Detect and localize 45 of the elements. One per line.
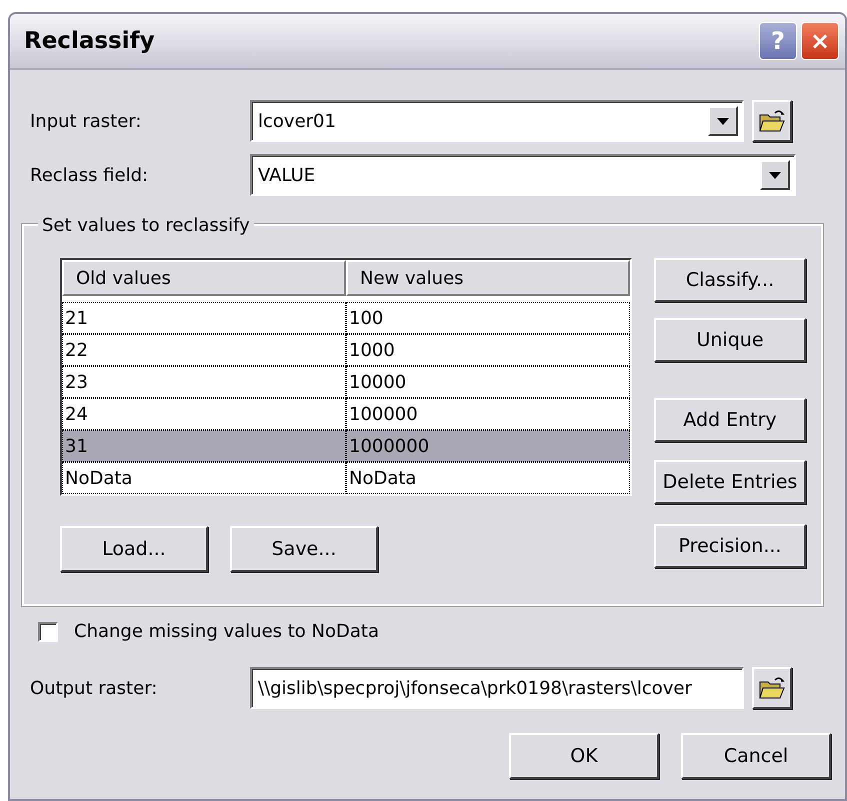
cell-text: NoData — [65, 466, 132, 490]
cell-text: 21 — [65, 306, 88, 330]
dialog-button[interactable]: Load... — [60, 526, 208, 572]
cancel-button[interactable]: Cancel — [681, 733, 831, 779]
field-value: lcover01 — [258, 110, 336, 134]
dialog-button[interactable]: Classify... — [654, 258, 806, 302]
dialog-button[interactable]: Unique — [654, 318, 806, 362]
table-row[interactable]: 31 1000000 — [62, 430, 630, 462]
column-header[interactable]: New values — [346, 260, 630, 296]
cell-text: 1000000 — [349, 434, 430, 458]
input-raster-label: Input raster: — [29, 110, 142, 134]
cell-text: NoData — [349, 466, 416, 490]
reclass-field-field[interactable]: VALUE — [250, 154, 796, 196]
dropdown-button[interactable] — [760, 160, 790, 190]
caret-icon — [769, 172, 781, 178]
dialog-button[interactable]: Save... — [230, 526, 378, 572]
cell-text: 10000 — [349, 370, 406, 394]
output-raster-field[interactable]: \\gislib\specproj\jfonseca\prk0198\rasters\lcover — [250, 667, 744, 709]
dialog-button[interactable]: Add Entry — [654, 398, 806, 442]
folder-icon — [758, 676, 786, 700]
cell-text: 24 — [65, 402, 88, 426]
browse-button[interactable] — [752, 667, 792, 709]
cell-text: 100 — [349, 306, 384, 330]
close-button[interactable]: × — [801, 22, 839, 60]
cell-text: 31 — [65, 434, 88, 458]
ok-button[interactable]: OK — [509, 733, 659, 779]
field-value: \\gislib\specproj\jfonseca\prk0198\rasters\lcover — [258, 676, 692, 700]
checkbox[interactable] — [38, 622, 58, 642]
dialog-button[interactable]: Delete Entries — [654, 460, 806, 504]
caret-icon — [717, 118, 729, 124]
column-header[interactable]: Old values — [62, 260, 346, 296]
input-raster-field[interactable]: lcover01 — [250, 100, 744, 142]
dialog-button[interactable]: Precision... — [654, 524, 806, 568]
cell-text: 100000 — [349, 402, 418, 426]
window-title: Reclassify — [24, 26, 155, 56]
cell-text: 22 — [65, 338, 88, 362]
folder-icon — [758, 109, 786, 133]
reclass-field-label: Reclass field: — [29, 164, 150, 188]
browse-button[interactable] — [752, 100, 792, 142]
cell-text: 23 — [65, 370, 88, 394]
cell-text: 1000 — [349, 338, 395, 362]
field-value: VALUE — [258, 164, 316, 188]
dropdown-button[interactable] — [708, 106, 738, 136]
output-raster-label: Output raster: — [29, 676, 158, 700]
checkbox-label[interactable]: Change missing values to NoData — [74, 618, 379, 645]
